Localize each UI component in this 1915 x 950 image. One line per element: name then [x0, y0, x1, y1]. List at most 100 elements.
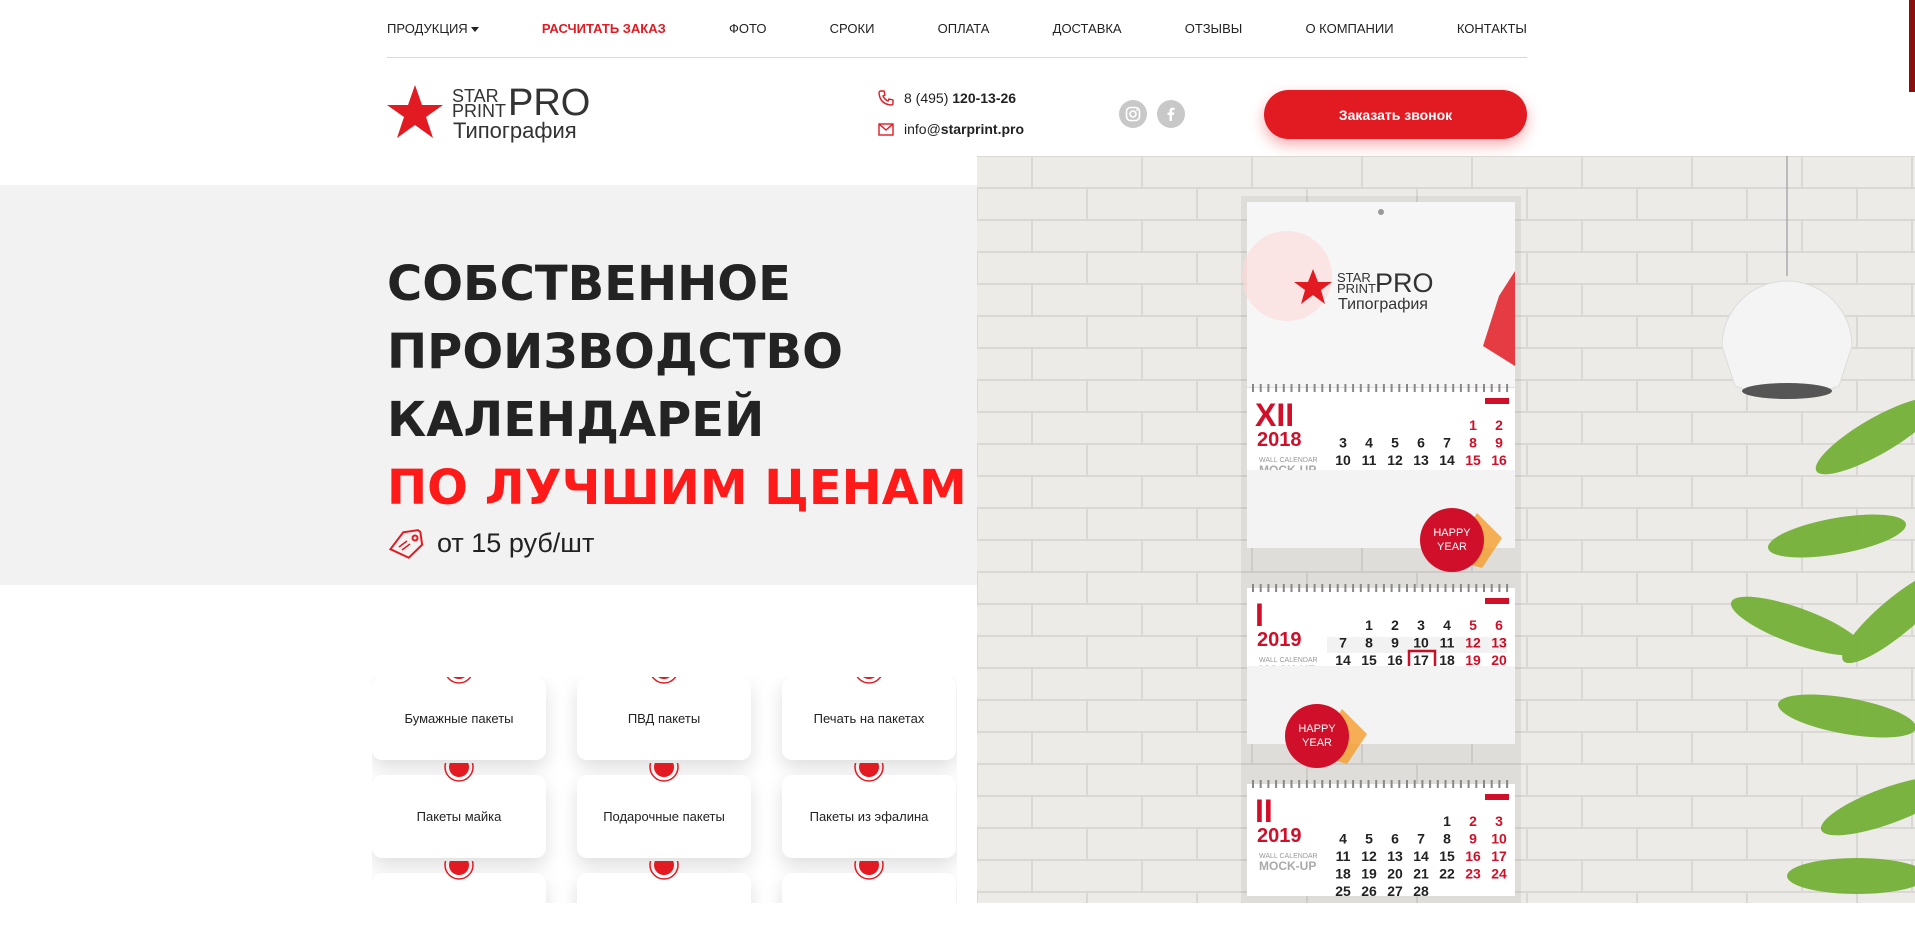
product-card[interactable] [372, 861, 546, 903]
calendar-day: 19 [1465, 652, 1481, 668]
starprint-logo[interactable]: STAR PRINT PRO Типография [386, 80, 591, 144]
product-card[interactable]: Бумажные пакеты [372, 677, 546, 760]
calendar-day: 2 [1391, 617, 1399, 633]
calendar-day: 22 [1439, 866, 1455, 882]
nav-item-5[interactable]: ДОСТАВКА [1053, 21, 1122, 36]
top-navigation: ПРОДУКЦИЯ РАСЧИТАТЬ ЗАКАЗ ФОТО СРОКИ ОПЛАТА Д… [387, 0, 1527, 58]
happy-circle [1420, 508, 1484, 572]
phone-icon [878, 90, 894, 106]
calendar-day: 19 [1361, 866, 1377, 882]
facebook-icon[interactable] [1157, 100, 1185, 128]
headline-accent: ПО ЛУЧШИМ ЦЕНАМ [387, 460, 967, 516]
month-year: 2018 [1257, 429, 1302, 451]
product-icon [856, 677, 882, 684]
product-card[interactable]: Пакеты из эфалина [782, 763, 956, 858]
calendar-logo-pro: PRO [1375, 268, 1434, 298]
calendar-day: 13 [1387, 848, 1403, 864]
happy-text: HAPPY [1298, 723, 1336, 735]
calendar-day: 13 [1413, 452, 1429, 468]
phone-prefix: 8 (495) [904, 90, 953, 106]
calendar-day: 18 [1439, 652, 1455, 668]
nav-item-6[interactable]: ОТЗЫВЫ [1185, 21, 1242, 36]
calendar-day: 12 [1361, 848, 1377, 864]
calendar-day: 20 [1491, 652, 1507, 668]
nav-item-label: О КОМПАНИИ [1305, 21, 1394, 36]
product-card[interactable]: ПВД пакеты [577, 677, 751, 760]
calendar-day: 16 [1491, 452, 1507, 468]
lamp-opening [1742, 383, 1832, 399]
product-card[interactable]: Пакеты майка [372, 763, 546, 858]
product-icon [649, 763, 679, 782]
calendar-day: 17 [1413, 652, 1429, 668]
email-row[interactable]: info@ starprint.pro [878, 119, 1024, 139]
caret-down-icon [470, 27, 479, 33]
week-highlight [1327, 637, 1507, 653]
nav-item-label: ПРОДУКЦИЯ [387, 21, 468, 36]
callback-button[interactable]: Заказать звонок [1264, 90, 1527, 139]
calendar-logo-sub: Типография [1338, 296, 1428, 313]
nav-item-4[interactable]: ОПЛАТА [938, 21, 990, 36]
mail-icon [878, 122, 894, 136]
product-card-label: Печать на пакетах [813, 711, 925, 726]
price-tag-icon [388, 528, 424, 559]
product-card-label: ПВД пакеты [627, 711, 701, 726]
calendar-day: 18 [1335, 866, 1351, 882]
calendar-day: 6 [1391, 831, 1399, 847]
year-text: YEAR [1302, 737, 1332, 749]
product-icon [651, 677, 677, 684]
nav-item-label: ОПЛАТА [937, 21, 990, 36]
instagram-icon[interactable] [1119, 100, 1147, 128]
year-text: YEAR [1437, 541, 1467, 553]
calendar-day: 3 [1417, 617, 1425, 633]
calendar-day: 15 [1361, 652, 1377, 668]
calendar-day: 4 [1443, 617, 1451, 633]
calendar-day: 28 [1413, 883, 1429, 899]
calendar-day: 23 [1465, 866, 1481, 882]
headline-line-1: СОБСТВЕННОЕ [387, 256, 791, 312]
hanging-hole [1378, 209, 1384, 215]
calendar-day: 10 [1491, 831, 1507, 847]
nav-item-7[interactable]: О КОМПАНИИ [1305, 21, 1393, 36]
calendar-day: 25 [1335, 883, 1351, 899]
nav-item-label: РАСЧИТАТЬ ЗАКАЗ [541, 21, 666, 36]
star-icon [387, 85, 443, 138]
nav-item-2[interactable]: ФОТО [729, 21, 766, 36]
calendar-day: 5 [1469, 617, 1477, 633]
product-icon [446, 677, 472, 684]
calendar-day: 11 [1362, 452, 1377, 468]
nav-item-1[interactable]: РАСЧИТАТЬ ЗАКАЗ [542, 21, 666, 36]
nav-item-0[interactable]: ПРОДУКЦИЯ [387, 21, 479, 36]
nav-item-8[interactable]: КОНТАКТЫ [1457, 21, 1527, 36]
headline-line-2: ПРОИЗВОДСТВО [387, 324, 843, 380]
calendar-day: 12 [1387, 452, 1403, 468]
phone-row[interactable]: 8 (495) 120-13-26 [878, 88, 1024, 108]
product-card[interactable]: Подарочные пакеты [577, 763, 751, 858]
product-card-label: Пакеты из эфалина [809, 809, 929, 824]
calendar-day: 20 [1387, 866, 1403, 882]
calendar-day: 15 [1465, 452, 1481, 468]
calendar-day: 1 [1469, 417, 1477, 433]
calendar-photo: STARPRINT PROТипографияXII2018WALL CALEND… [977, 156, 1915, 903]
weekday-tab [1485, 398, 1509, 404]
month-year: 2019 [1257, 629, 1302, 651]
calendar-day: 7 [1417, 831, 1425, 847]
month-roman: I [1255, 597, 1264, 633]
weekday-tab [1485, 794, 1509, 800]
nav-item-label: СРОКИ [829, 21, 875, 36]
product-icon [444, 763, 474, 782]
social-links [1119, 100, 1185, 128]
product-card[interactable]: Печать на пакетах [782, 677, 956, 760]
calendar-day: 14 [1413, 848, 1429, 864]
nav-item-label: КОНТАКТЫ [1456, 21, 1527, 36]
page-scrollbar[interactable] [1909, 0, 1915, 92]
nav-item-3[interactable]: СРОКИ [830, 21, 875, 36]
happy-text: HAPPY [1433, 527, 1471, 539]
month-panel: II2019WALL CALENDARMOCK-UP1 2 34 5 6 7 8 9 1011 1… [1247, 780, 1515, 899]
product-grid: Бумажные пакеты ПВД пакеты Печать на пакет… [372, 677, 957, 903]
product-card[interactable] [782, 861, 956, 903]
calendar-day: 26 [1361, 883, 1377, 899]
calendar-day: 9 [1469, 831, 1477, 847]
calendar-day: 3 [1339, 435, 1347, 451]
product-card[interactable] [577, 861, 751, 903]
calendar-day: 2 [1495, 417, 1503, 433]
